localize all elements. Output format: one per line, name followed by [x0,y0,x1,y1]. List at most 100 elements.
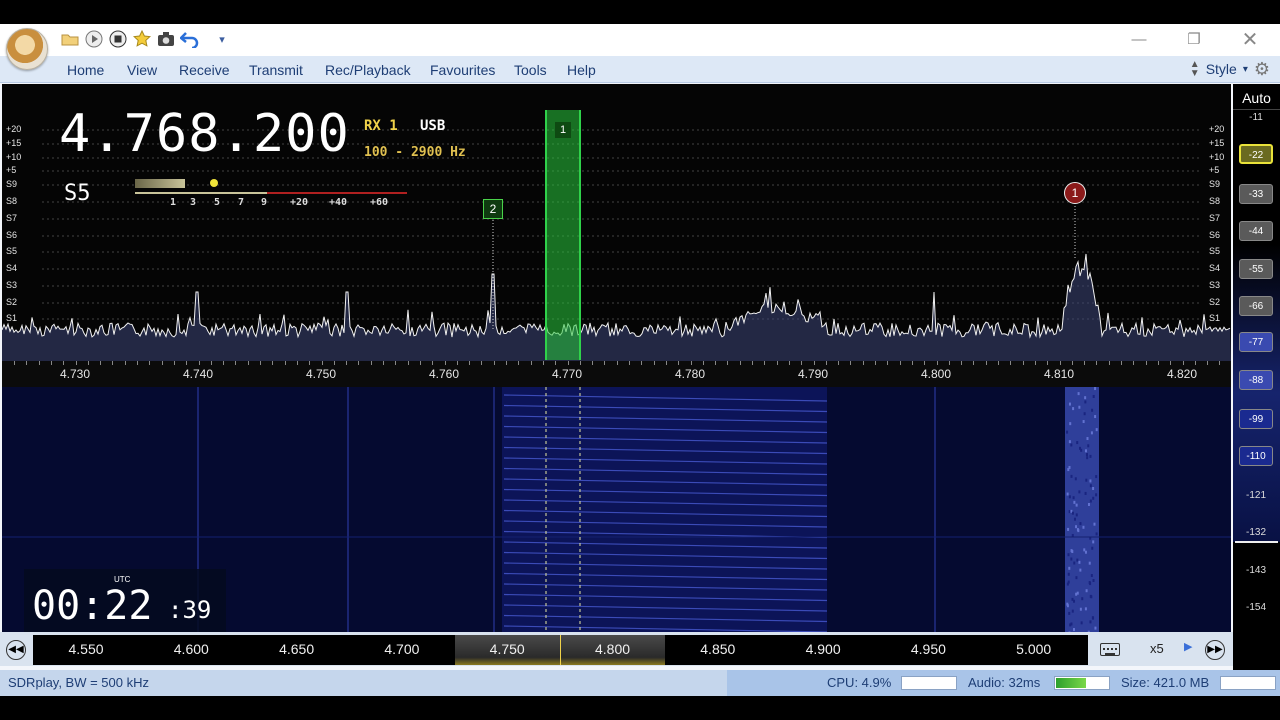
waterfall-station-speckle [1093,522,1096,526]
zoom-arrow-icon[interactable]: ▶ [1184,640,1192,653]
scroll-left-button[interactable]: ◀◀ [6,640,26,660]
menu-rec-playback[interactable]: Rec/Playback [325,62,411,78]
freq-axis-label: 4.790 [797,367,829,381]
s-meter-scale-label: 1 [169,197,177,208]
menu-home[interactable]: Home [67,62,104,78]
db-level-button[interactable]: -110 [1239,446,1273,466]
marker-2[interactable]: 2 [483,199,503,219]
freq-axis-tick [198,361,200,365]
auto-button[interactable]: Auto [1233,90,1280,110]
menu-view[interactable]: View [127,62,157,78]
utc-clock: UTC 00:22 :39 [24,569,226,641]
db-level-button[interactable]: -99 [1239,409,1273,429]
freq-axis-tick [149,361,151,365]
menu-receive[interactable]: Receive [179,62,230,78]
waterfall-station-speckle [1084,491,1087,495]
style-dropdown-icon[interactable]: ▾ [1243,64,1248,75]
vfo-marker-1[interactable]: 1 [555,122,571,138]
style-scroll-icon[interactable]: ▲ ▼ [1190,60,1200,79]
scale-right-label: S2 [1209,297,1221,307]
freq-axis-tick [506,361,507,365]
db-level-button[interactable]: -44 [1239,221,1273,241]
waterfall-station-speckle [1076,528,1079,532]
waterfall-station-speckle [1075,503,1078,507]
waterfall-station-speckle [1089,484,1092,488]
waterfall-station-speckle [1078,490,1081,494]
minimize-button[interactable]: — [1119,28,1159,52]
menu-transmit[interactable]: Transmit [249,62,303,78]
waterfall-station-speckle [1075,525,1078,529]
customize-dropdown-icon[interactable]: ▾ [212,29,232,49]
waterfall-station-speckle [1094,626,1097,630]
s-meter-scale-label: 5 [213,197,221,208]
freq-axis-tick [616,361,618,365]
s-meter-scale-label: +60 [369,197,389,208]
star-icon[interactable] [132,29,152,49]
db-level-button[interactable]: -22 [1239,144,1273,164]
mode-label[interactable]: USB [420,118,445,134]
freq-axis-tick [75,361,77,365]
db-level-button[interactable]: -55 [1239,259,1273,279]
settings-gear-icon[interactable]: ⚙ [1254,59,1270,80]
rx-label[interactable]: RX 1 [364,118,398,134]
overview-track[interactable]: 4.550 4.600 4.650 4.700 4.750 4.800 4.850 4.900… [33,635,1088,665]
scale-right-label: S9 [1209,179,1221,189]
waterfall-station-speckle [1090,595,1093,599]
stop-icon[interactable] [108,29,128,49]
waterfall-station-speckle [1083,412,1086,416]
db-level-button[interactable]: -77 [1239,332,1273,352]
bandwidth-label[interactable]: 100 - 2900 Hz [364,145,466,160]
freq-axis-tick [284,361,286,365]
waterfall-station-speckle [1091,546,1094,550]
close-button[interactable]: ✕ [1230,28,1270,52]
style-label[interactable]: Style [1206,61,1237,77]
play-icon[interactable] [84,29,104,49]
freq-axis-tick [14,361,15,365]
folder-icon[interactable] [60,29,80,49]
waterfall-carrier [347,387,349,655]
freq-axis-tick [567,361,569,365]
frequency-readout[interactable]: 4.768.200 [59,106,350,162]
db-level-button[interactable]: -66 [1239,296,1273,316]
marker-1[interactable]: 1 [1064,182,1086,204]
menu-favourites[interactable]: Favourites [430,62,495,78]
waterfall-station-speckle [1072,407,1075,411]
waterfall-station-speckle [1079,568,1082,572]
waterfall-display[interactable]: UTC 00:22 :39 [2,387,1231,655]
menu-help[interactable]: Help [567,62,596,78]
size-meter [1220,676,1276,690]
waterfall-station-speckle [1087,502,1090,506]
camera-icon[interactable] [156,29,176,49]
freq-axis-tick [456,361,458,365]
vfo-filter-band[interactable] [545,110,581,360]
undo-icon[interactable] [180,29,200,49]
restore-button[interactable]: ❐ [1174,28,1214,52]
freq-axis-tick [875,361,876,365]
app-logo-button[interactable] [6,28,48,70]
status-bar: SDRplay, BW = 500 kHz CPU: 4.9% Audio: 3… [0,670,1280,696]
keyboard-icon[interactable] [1100,643,1120,656]
waterfall-station-speckle [1068,465,1071,469]
menu-tools[interactable]: Tools [514,62,547,78]
waterfall-station-speckle [1090,431,1093,435]
scale-left-label: S7 [6,213,18,223]
db-level-button[interactable]: -33 [1239,184,1273,204]
zoom-level[interactable]: x5 [1150,641,1164,656]
db-level-button[interactable]: -88 [1239,370,1273,390]
waterfall-station-speckle [1095,532,1098,536]
overview-freq-label: 4.800 [594,641,631,657]
overview-freq-label: 4.700 [384,641,420,657]
scale-right-label: S1 [1209,313,1221,323]
scale-left-label: S1 [6,313,18,323]
s-meter-scale-label: 9 [260,197,268,208]
frequency-axis[interactable]: 4.730 4.740 4.750 4.760 4.770 4.780 4.790 4.800… [2,361,1231,387]
waterfall-station-speckle [1088,581,1091,585]
freq-axis-tick [1170,361,1172,365]
scroll-right-button[interactable]: ▶▶ [1205,640,1225,660]
freq-axis-tick [1022,361,1024,365]
overview-freq-label: 4.850 [700,641,736,657]
waterfall-station-speckle [1077,392,1080,396]
spectrum-display[interactable]: 1 2 1 +20 +15 +10 +5 S9 S8 S7 S6 S5 S4 S3 S2 S1 +20 +… [2,84,1231,361]
waterfall-station-speckle [1068,611,1071,615]
waterfall-station-speckle [1084,400,1087,404]
